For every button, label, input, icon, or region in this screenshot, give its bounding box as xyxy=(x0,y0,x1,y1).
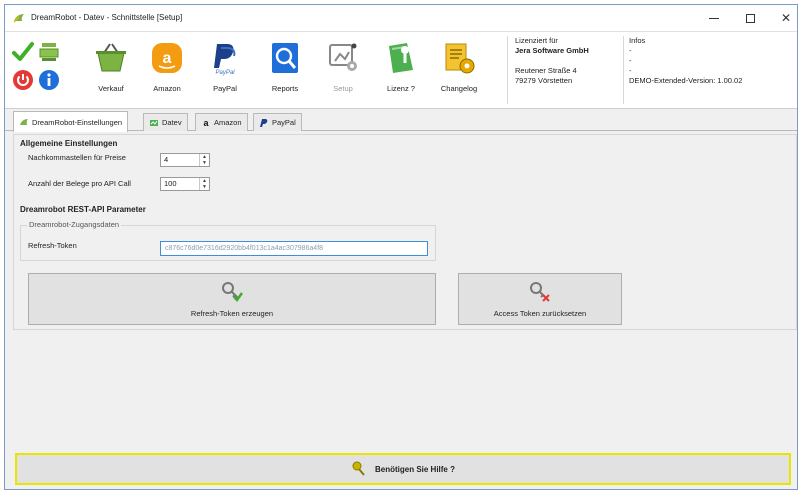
maximize-button[interactable] xyxy=(733,5,767,31)
settings-group: Allgemeine Einstellungen Nachkommastelle… xyxy=(13,134,797,330)
help-button[interactable]: Benötigen Sie Hilfe ? xyxy=(15,453,791,485)
setup-button[interactable]: Setup xyxy=(317,38,369,104)
close-icon: ✕ xyxy=(780,11,792,25)
lizenz-label: Lizenz ? xyxy=(387,84,415,93)
infos-heading: Infos xyxy=(629,36,646,45)
main-toolbar: Verkauf a Amazon PayPal PayPal Reports S… xyxy=(5,31,797,109)
dreamrobot-app-icon xyxy=(13,13,25,23)
verkauf-button[interactable]: Verkauf xyxy=(85,38,137,104)
refresh-token-field[interactable]: c876c76d0e7316d2920bb4f013c1a4ac307986a4… xyxy=(160,241,428,256)
lizenz-button[interactable]: Lizenz ? xyxy=(375,38,427,104)
paypal-icon: PayPal xyxy=(205,38,245,78)
reset-access-token-label: Access Token zurücksetzen xyxy=(493,308,587,318)
decimals-value[interactable]: 4 xyxy=(161,154,199,166)
setup-label: Setup xyxy=(333,84,353,93)
cash-register-icon xyxy=(39,43,59,61)
infos-panel: Infos - - - DEMO-Extended-Version: 1.00.… xyxy=(629,36,789,86)
down-arrow-icon[interactable]: ▼ xyxy=(200,184,209,190)
help-button-label: Benötigen Sie Hilfe ? xyxy=(374,464,455,474)
confirm-button[interactable] xyxy=(11,40,35,64)
info-icon xyxy=(39,70,59,90)
tab-label: Datev xyxy=(162,118,182,127)
tab-label: Amazon xyxy=(214,118,242,127)
svg-text:PayPal: PayPal xyxy=(215,70,235,76)
title-bar: DreamRobot - Datev - Schnittstelle [Setu… xyxy=(5,5,797,31)
receipts-label: Anzahl der Belege pro API Call xyxy=(28,179,131,188)
access-data-legend: Dreamrobot-Zugangsdaten xyxy=(27,220,122,229)
changelog-button[interactable]: Changelog xyxy=(433,38,485,104)
changelog-icon xyxy=(439,38,479,78)
amazon-label: Amazon xyxy=(153,84,181,93)
license-icon xyxy=(381,38,421,78)
window-title: DreamRobot - Datev - Schnittstelle [Setu… xyxy=(31,13,183,22)
tab-label: DreamRobot-Einstellungen xyxy=(32,117,123,127)
shopping-basket-icon xyxy=(91,38,131,78)
minimize-button[interactable] xyxy=(697,5,731,31)
key-help-icon xyxy=(352,461,365,476)
receipts-value[interactable]: 100 xyxy=(161,178,199,190)
paypal-button[interactable]: PayPal PayPal xyxy=(199,38,251,104)
receipts-stepper[interactable]: 100 ▲ ▼ xyxy=(160,177,210,191)
infos-line: - xyxy=(629,56,632,65)
license-city: 79279 Vörstetten xyxy=(515,76,573,85)
reset-access-token-button[interactable]: Access Token zurücksetzen xyxy=(458,273,622,325)
stepper-arrows[interactable]: ▲ ▼ xyxy=(199,178,209,190)
general-settings-title: Allgemeine Einstellungen xyxy=(20,139,118,148)
tab-bar: DreamRobot-Einstellungen Datev a Amazon … xyxy=(5,109,797,132)
power-icon xyxy=(13,70,33,90)
paypal-icon xyxy=(259,118,269,128)
reports-button[interactable]: Reports xyxy=(259,38,311,104)
tab-datev[interactable]: Datev xyxy=(143,113,188,131)
refresh-token-label: Refresh-Token xyxy=(28,241,77,250)
changelog-label: Changelog xyxy=(440,84,478,93)
minimize-icon xyxy=(709,17,719,19)
infos-line: - xyxy=(629,46,632,55)
power-button[interactable] xyxy=(11,68,35,92)
infos-line: - xyxy=(629,66,632,75)
license-info: Lizenziert für Jera Software GmbH Reuten… xyxy=(515,36,623,86)
decimals-label: Nachkommastellen für Preise xyxy=(28,153,126,162)
tab-label: PayPal xyxy=(272,118,296,127)
application-window: DreamRobot - Datev - Schnittstelle [Setu… xyxy=(4,4,798,490)
toolbar-separator xyxy=(623,36,624,104)
check-icon xyxy=(12,42,34,61)
refresh-token-button[interactable]: Refresh-Token erzeugen xyxy=(28,273,436,325)
license-heading: Lizenziert für xyxy=(515,36,558,45)
datev-icon xyxy=(149,118,159,128)
reports-icon xyxy=(265,38,305,78)
amazon-icon: a xyxy=(203,117,209,128)
maximize-icon xyxy=(745,13,755,23)
toolbar-separator xyxy=(507,36,508,104)
version-text: DEMO-Extended-Version: 1.00.02 xyxy=(629,76,743,85)
amazon-icon: a xyxy=(147,38,187,78)
amazon-button[interactable]: a Amazon xyxy=(141,38,193,104)
license-company: Jera Software GmbH xyxy=(515,46,589,55)
down-arrow-icon[interactable]: ▼ xyxy=(200,160,209,166)
close-button[interactable]: ✕ xyxy=(769,5,797,31)
license-street: Reutener Straße 4 xyxy=(515,66,577,75)
tab-dreamrobot-settings[interactable]: DreamRobot-Einstellungen xyxy=(13,111,129,132)
tab-amazon[interactable]: a Amazon xyxy=(195,113,248,131)
cash-register-button[interactable] xyxy=(37,40,61,64)
settings-panel: Allgemeine Einstellungen Nachkommastelle… xyxy=(13,132,797,444)
svg-text:a: a xyxy=(163,50,172,67)
key-delete-icon xyxy=(530,281,550,302)
key-check-icon xyxy=(222,281,244,302)
decimals-stepper[interactable]: 4 ▲ ▼ xyxy=(160,153,210,167)
verkauf-label: Verkauf xyxy=(98,84,124,93)
info-button[interactable] xyxy=(37,68,61,92)
dreamrobot-icon xyxy=(19,117,29,127)
setup-icon xyxy=(323,38,363,78)
stepper-arrows[interactable]: ▲ ▼ xyxy=(199,154,209,166)
api-params-title: Dreamrobot REST-API Parameter xyxy=(20,205,146,214)
reports-label: Reports xyxy=(271,84,299,93)
refresh-token-button-label: Refresh-Token erzeugen xyxy=(190,308,274,318)
quick-actions xyxy=(9,38,69,102)
tab-paypal[interactable]: PayPal xyxy=(253,113,302,131)
paypal-label: PayPal xyxy=(213,84,237,93)
